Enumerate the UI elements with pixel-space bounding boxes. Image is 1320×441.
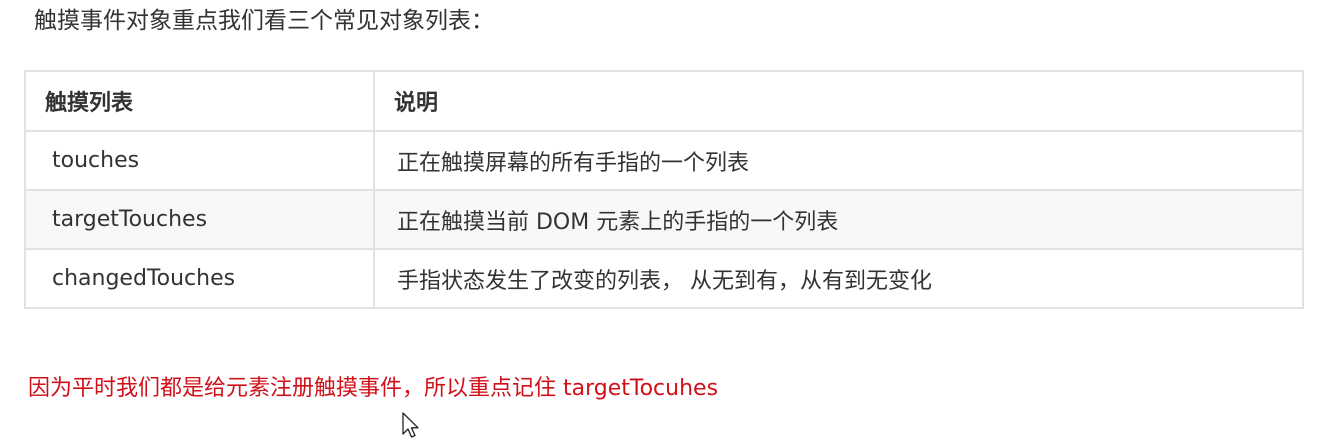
touch-list-name: changedTouches [24, 248, 375, 309]
header-touch-list: 触摸列表 [24, 70, 375, 132]
touch-list-name: touches [24, 130, 375, 191]
touch-list-description: 正在触摸屏幕的所有手指的一个列表 [373, 130, 1304, 191]
table-header-row: 触摸列表 说明 [24, 70, 1304, 132]
header-description: 说明 [373, 70, 1304, 132]
table-row: touches 正在触摸屏幕的所有手指的一个列表 [24, 130, 1304, 191]
intro-text: 触摸事件对象重点我们看三个常见对象列表： [34, 8, 494, 34]
touch-list-name: targetTouches [24, 189, 375, 250]
touch-list-description: 正在触摸当前 DOM 元素上的手指的一个列表 [373, 189, 1304, 250]
table-row: changedTouches 手指状态发生了改变的列表， 从无到有，从有到无变化 [24, 248, 1304, 309]
document-page: 触摸事件对象重点我们看三个常见对象列表： 触摸列表 说明 touches 正在触… [0, 0, 1320, 441]
touch-list-table: 触摸列表 说明 touches 正在触摸屏幕的所有手指的一个列表 targetT… [24, 70, 1304, 309]
touch-list-description: 手指状态发生了改变的列表， 从无到有，从有到无变化 [373, 248, 1304, 309]
highlight-note: 因为平时我们都是给元素注册触摸事件，所以重点记住 targetTocuhes [28, 376, 719, 401]
table-row: targetTouches 正在触摸当前 DOM 元素上的手指的一个列表 [24, 189, 1304, 250]
mouse-pointer-icon [402, 412, 419, 438]
